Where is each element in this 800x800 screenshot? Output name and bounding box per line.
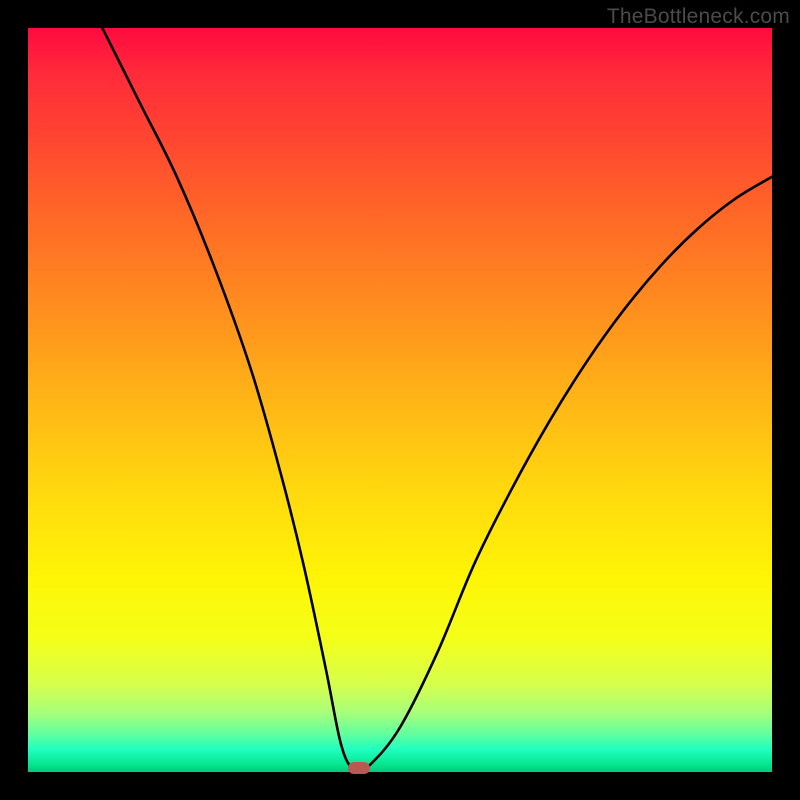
chart-frame: TheBottleneck.com — [0, 0, 800, 800]
curve-svg — [28, 28, 772, 772]
bottleneck-curve — [102, 28, 772, 771]
watermark-text: TheBottleneck.com — [607, 5, 790, 29]
optimal-marker — [348, 762, 370, 774]
plot-area — [28, 28, 772, 772]
